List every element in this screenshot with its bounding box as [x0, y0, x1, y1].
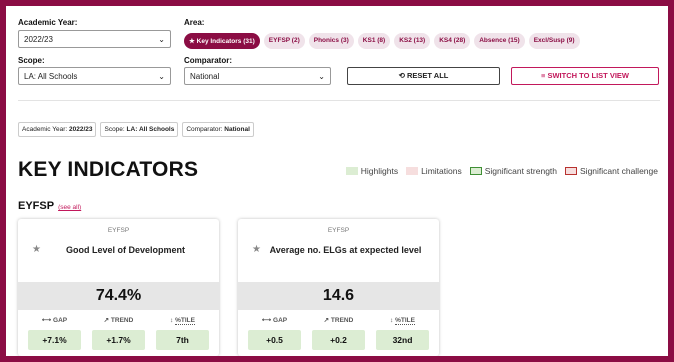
- area-label: Area:: [184, 18, 205, 27]
- page-title: KEY INDICATORS: [18, 158, 199, 181]
- card-category: EYFSP: [107, 227, 130, 234]
- legend-item-significant-challenge: Significant challenge: [565, 166, 658, 176]
- chevron-down-icon: ⌄: [158, 72, 165, 81]
- chevron-down-icon: ⌄: [318, 72, 325, 81]
- gap-label: ⟷ GAP: [261, 317, 288, 324]
- chip-eyfsp[interactable]: EYFSP (2): [263, 33, 305, 49]
- area-chip-list: ★ Key Indicators (31) EYFSP (2) Phonics …: [184, 33, 580, 49]
- trend-metric: ↗ TREND +0.2: [312, 315, 365, 350]
- academic-year-select[interactable]: 2022/23 ⌄: [18, 30, 171, 48]
- filter-tag-key: Academic Year:: [22, 126, 68, 133]
- chip-key-indicators[interactable]: ★ Key Indicators (31): [184, 33, 260, 49]
- gap-metric: ⟷ GAP +0.5: [248, 315, 301, 350]
- card-category: EYFSP: [327, 227, 350, 234]
- star-icon[interactable]: ★: [252, 244, 261, 255]
- scope-select[interactable]: LA: All Schools ⌄: [18, 67, 171, 85]
- gap-metric: ⟷ GAP +7.1%: [28, 315, 81, 350]
- chip-absence[interactable]: Absence (15): [474, 33, 525, 49]
- gap-value: +0.5: [248, 330, 301, 350]
- legend: Highlights Limitations Significant stren…: [345, 166, 658, 176]
- legend-label: Highlights: [360, 166, 399, 176]
- card-indicator-name: Average no. ELGs at expected level: [269, 245, 422, 255]
- switch-to-list-view-button[interactable]: ≡ SWITCH TO LIST VIEW: [511, 67, 659, 85]
- trend-metric: ↗ TREND +1.7%: [92, 315, 145, 350]
- scope-label: Scope:: [18, 56, 45, 65]
- legend-swatch: [345, 167, 358, 175]
- filter-tag-key: Scope:: [104, 126, 125, 133]
- card-value: 14.6: [238, 282, 439, 310]
- divider: [18, 100, 660, 101]
- active-filter-tags: Academic Year: 2022/23 Scope: LA: All Sc…: [18, 122, 254, 137]
- gap-value: +7.1%: [28, 330, 81, 350]
- reset-all-button[interactable]: ⟲ RESET ALL: [347, 67, 500, 85]
- filter-tag-value: National: [224, 126, 250, 133]
- gap-label: ⟷ GAP: [41, 317, 68, 324]
- percentile-label-text: %TILE: [395, 317, 415, 325]
- chip-phonics[interactable]: Phonics (3): [308, 33, 354, 49]
- legend-swatch: [565, 167, 578, 175]
- percentile-metric: ↕ %TILE 32nd: [376, 315, 429, 350]
- filter-tag-academic-year: Academic Year: 2022/23: [18, 122, 97, 137]
- filter-tag-key: Comparator:: [186, 126, 223, 133]
- star-icon[interactable]: ★: [32, 244, 41, 255]
- chip-ks2[interactable]: KS2 (13): [394, 33, 431, 49]
- section-title: EYFSP: [18, 200, 55, 212]
- percentile-label-text: %TILE: [175, 317, 195, 325]
- legend-label: Significant challenge: [580, 166, 658, 176]
- trend-label: ↗ TREND: [103, 317, 134, 324]
- percentile-value: 7th: [156, 330, 209, 350]
- scope-value: LA: All Schools: [24, 72, 78, 81]
- card-indicator-name: Good Level of Development: [65, 245, 186, 255]
- trend-label: ↗ TREND: [323, 317, 354, 324]
- trend-value: +1.7%: [92, 330, 145, 350]
- percentile-label: ↕ %TILE: [156, 315, 209, 326]
- legend-label: Significant strength: [484, 166, 558, 176]
- filter-tag-value: LA: All Schools: [126, 126, 175, 133]
- legend-item-significant-strength: Significant strength: [469, 166, 558, 176]
- dashboard-panel: Academic Year: 2022/23 ⌄ Area: ★ Key Ind…: [6, 6, 668, 356]
- chevron-down-icon: ⌄: [158, 35, 165, 44]
- trend-value: +0.2: [312, 330, 365, 350]
- filter-tag-value: 2022/23: [68, 126, 93, 133]
- academic-year-label: Academic Year:: [18, 18, 78, 27]
- comparator-label: Comparator:: [184, 56, 233, 65]
- indicator-card[interactable]: EYFSP ★ Good Level of Development 74.4% …: [18, 219, 219, 356]
- percentile-label: ↕ %TILE: [376, 315, 429, 326]
- filter-tag-scope: Scope: LA: All Schools: [100, 122, 179, 137]
- comparator-value: National: [190, 72, 220, 81]
- see-all-link[interactable]: (see all): [58, 204, 81, 211]
- comparator-select[interactable]: National ⌄: [184, 67, 331, 85]
- card-value: 74.4%: [18, 282, 219, 310]
- academic-year-value: 2022/23: [24, 35, 53, 44]
- percentile-metric: ↕ %TILE 7th: [156, 315, 209, 350]
- legend-label: Limitations: [421, 166, 462, 176]
- legend-item-limitations: Limitations: [406, 166, 462, 176]
- filter-tag-comparator: Comparator: National: [182, 122, 254, 137]
- legend-item-highlights: Highlights: [345, 166, 399, 176]
- percentile-value: 32nd: [376, 330, 429, 350]
- chip-ks1[interactable]: KS1 (8): [357, 33, 391, 49]
- section-heading: EYFSP (see all): [18, 200, 81, 212]
- indicator-card[interactable]: EYFSP ★ Average no. ELGs at expected lev…: [238, 219, 439, 356]
- chip-ks4[interactable]: KS4 (28): [434, 33, 471, 49]
- chip-excl-susp[interactable]: Excl/Susp (9): [528, 33, 580, 49]
- legend-swatch: [406, 167, 419, 175]
- legend-swatch: [469, 167, 482, 175]
